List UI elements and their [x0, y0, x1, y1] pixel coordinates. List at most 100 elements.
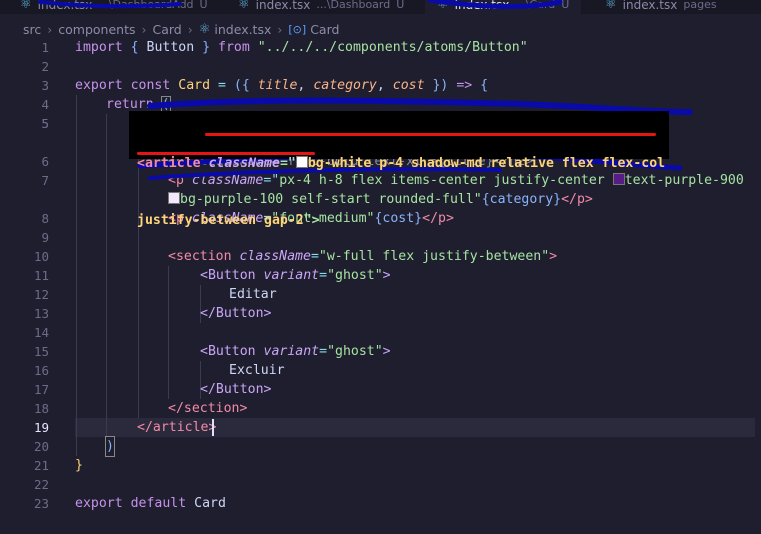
line-number: 23: [33, 496, 49, 511]
string: "../../../components/atoms/Button": [257, 40, 528, 55]
jsx-component: <Button: [200, 344, 256, 359]
jsx-text: Editar: [229, 287, 277, 302]
line-number: 9: [41, 230, 49, 245]
line-number: 5: [41, 116, 49, 131]
jsx-attr: className: [239, 249, 311, 264]
chevron-right-icon: ›: [141, 21, 147, 37]
line-number: 17: [33, 382, 49, 397]
punct: }: [202, 40, 211, 55]
jsx-tag: </article>: [137, 420, 217, 435]
string: "ghost": [327, 268, 383, 283]
line-number: 8: [41, 211, 49, 226]
operator: =: [310, 249, 319, 264]
line-number: 15: [33, 344, 49, 359]
line-number: 18: [33, 401, 49, 416]
operator: =: [217, 78, 226, 93]
red-underline: [137, 152, 315, 155]
line-number: 3: [41, 78, 49, 93]
chevron-right-icon: ›: [277, 21, 283, 37]
jsx-component: >: [382, 268, 391, 283]
line-number: 6: [41, 154, 49, 169]
operator: =": [279, 156, 296, 171]
breadcrumb-symbol[interactable]: Card: [310, 22, 339, 37]
keyword: export: [75, 496, 123, 511]
breadcrumb-card[interactable]: Card: [152, 22, 181, 37]
punct: ,: [297, 78, 306, 93]
line-number: 22: [33, 477, 49, 492]
breadcrumb-components[interactable]: components: [58, 22, 135, 37]
jsx-component: >: [382, 344, 391, 359]
breadcrumb-file[interactable]: index.tsx: [214, 22, 271, 37]
punct: {: [130, 40, 139, 55]
line-number: 10: [33, 249, 49, 264]
tab-badge: U: [199, 0, 208, 11]
tab-path: ...\Dashboard: [316, 0, 391, 11]
punct: (: [160, 96, 171, 113]
tab-file: index.tsx: [454, 0, 510, 12]
symbol-icon: [⊙]: [288, 22, 307, 36]
identifier: Card: [194, 496, 226, 511]
tab-card[interactable]: ⚛ index.tsx ...\Card U: [425, 0, 582, 14]
keyword: from: [218, 40, 250, 55]
jsx-attr: variant: [263, 268, 320, 283]
param: cost: [392, 78, 425, 93]
chevron-right-icon: ›: [187, 21, 193, 37]
punct: }): [432, 78, 449, 93]
punct: ,: [376, 78, 385, 93]
jsx-tag: <article: [137, 156, 201, 171]
line-number: 20: [33, 439, 49, 454]
punct: {: [480, 78, 489, 93]
line-number: 16: [33, 363, 49, 378]
punct: }: [75, 458, 83, 473]
string: justify-between gap-2: [137, 213, 304, 228]
jsx-component: </Button>: [200, 306, 272, 321]
tab-path: ...\DashboardAdd: [98, 0, 194, 11]
jsx-attr: className: [208, 156, 280, 171]
line-number: 19: [33, 420, 49, 435]
line-number: 1: [41, 40, 49, 55]
editor-tab-bar: ⚛ index.tsx ...\DashboardAdd U ⚛ index.t…: [0, 0, 761, 14]
param: title: [257, 78, 298, 93]
react-icon: ⚛: [238, 0, 250, 12]
operator: =>: [456, 78, 473, 93]
punct: ({: [233, 78, 250, 93]
jsx-component: </Button>: [200, 382, 272, 397]
string: "ghost": [327, 344, 383, 359]
react-icon: ⚛: [605, 0, 617, 12]
tab-badge: U: [396, 0, 405, 11]
identifier: Button: [146, 40, 195, 55]
tab-path: ...\Card: [515, 0, 556, 11]
jsx-tag: </section>: [168, 401, 248, 416]
tab-file: index.tsx: [622, 0, 678, 12]
line-number: 7: [41, 173, 49, 188]
punct: ): [105, 436, 115, 457]
tab-pages[interactable]: ⚛ index.tsx pages: [605, 0, 717, 14]
tab-dashboardadd[interactable]: ⚛ index.tsx ...\DashboardAdd U: [20, 0, 208, 14]
identifier: Card: [178, 78, 211, 93]
line-number: 21: [33, 458, 49, 473]
jsx-component: <Button: [200, 268, 256, 283]
line-number: 14: [33, 325, 49, 340]
line-number: 2: [41, 59, 49, 74]
tab-dashboard[interactable]: ⚛ index.tsx ...\Dashboard U: [238, 0, 404, 14]
tab-file: index.tsx: [255, 0, 311, 12]
keyword: export: [75, 78, 123, 93]
keyword: default: [130, 496, 187, 511]
color-swatch: [295, 156, 308, 168]
line-number: 11: [33, 268, 49, 283]
jsx-tag: <section: [168, 249, 232, 264]
string: "w-full flex justify-between": [318, 249, 550, 264]
react-icon: ⚛: [20, 0, 32, 12]
operator: =: [319, 344, 328, 359]
string: bg-white p-4 shadow-md relative flex fle…: [307, 156, 666, 171]
jsx-tag: ">: [303, 213, 320, 228]
keyword: const: [130, 78, 171, 93]
jsx-attr: variant: [263, 344, 320, 359]
breadcrumb-src[interactable]: src: [23, 22, 41, 37]
chevron-right-icon: ›: [47, 21, 53, 37]
keyword: return: [106, 97, 154, 112]
line-number: 12: [33, 287, 49, 302]
breadcrumb: src › components › Card › ⚛ index.tsx › [⊙] …: [0, 18, 339, 40]
tab-badge: U: [561, 0, 570, 11]
line-number: 4: [41, 97, 49, 112]
